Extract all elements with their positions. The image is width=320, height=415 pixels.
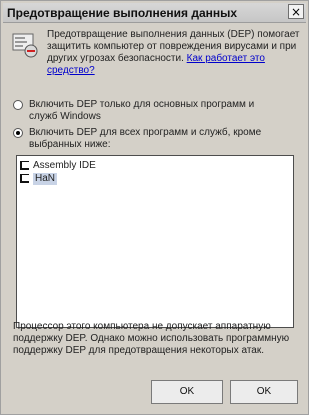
exception-label: HaN [33,172,58,185]
ok-button[interactable]: OK [151,380,223,404]
hardware-support-info: Процессор этого компьютера не допускает … [13,321,290,356]
radio-all-programs[interactable]: Включить DEP для всех программ и служб, … [13,127,274,151]
exception-checkbox[interactable] [20,174,29,183]
exceptions-listbox[interactable]: Assembly IDE HaN [16,155,294,328]
radio-all-programs-label: Включить DEP для всех программ и служб, … [29,127,262,150]
list-item[interactable]: Assembly IDE [20,159,96,172]
exception-checkbox[interactable] [20,161,29,170]
dialog-content: Предотвращение выполнения данных (DEP) п… [1,23,308,414]
list-item[interactable]: HaN [20,172,58,185]
close-icon: × [290,4,302,19]
dep-dialog: Предотвращение выполнения данных × Предо… [0,0,309,415]
window-title: Предотвращение выполнения данных [7,5,238,20]
intro-text: Предотвращение выполнения данных (DEP) п… [47,29,302,77]
radio-essential-only-indicator[interactable] [13,100,23,110]
close-button[interactable]: × [288,4,304,19]
radio-all-programs-indicator[interactable] [13,128,23,138]
radio-essential-only-label: Включить DEP только для основных програм… [29,99,255,122]
title-bar: Предотвращение выполнения данных × [3,3,306,23]
radio-essential-only[interactable]: Включить DEP только для основных програм… [13,99,274,123]
bottom-edge [1,408,308,414]
ok-button-secondary[interactable]: OK [230,380,298,404]
exception-label: Assembly IDE [33,159,96,171]
dep-shield-icon [12,33,38,58]
